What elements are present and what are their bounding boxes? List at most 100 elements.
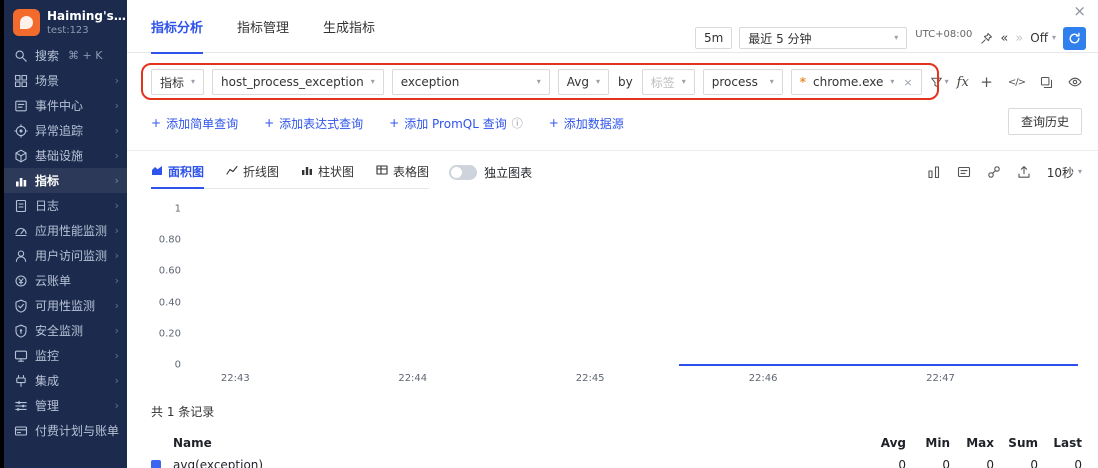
sidebar-item-apm[interactable]: 应用性能监测 ›	[4, 218, 127, 243]
legend-header-max: Max	[950, 436, 994, 450]
sidebar-item-integration[interactable]: 集成 ›	[4, 368, 127, 393]
legend-panel-icon[interactable]	[957, 165, 971, 179]
sidebar-item-infrastructure[interactable]: 基础设施 ›	[4, 143, 127, 168]
datasource-type-select[interactable]: 指标 ▾	[151, 69, 204, 95]
sidebar-item-management[interactable]: 管理 ›	[4, 393, 127, 418]
sidebar-item-metrics[interactable]: 指标 ›	[4, 168, 127, 193]
sidebar-item-security[interactable]: 安全监测 ›	[4, 318, 127, 343]
caret-down-icon: ▾	[890, 78, 894, 86]
x-axis-tick: 22:45	[576, 373, 605, 384]
query-links-row: + 添加简单查询 + 添加表达式查询 + 添加 PromQL 查询 ⓘ + 添加…	[151, 111, 1082, 135]
add-query-icon[interactable]: +	[980, 75, 993, 90]
tab-area-chart[interactable]: 面积图	[151, 163, 204, 180]
legend-series-name: avg(exception)	[173, 458, 862, 468]
apm-icon	[14, 224, 28, 238]
time-quick-select[interactable]: 5m	[695, 27, 732, 49]
tab-metric-management[interactable]: 指标管理	[237, 0, 289, 53]
tab-bar-chart[interactable]: 柱状图	[301, 163, 354, 180]
sidebar-item-search[interactable]: 搜索 ⌘ + K	[4, 43, 127, 68]
sidebar-item-billing-plan[interactable]: 付费计划与账单	[4, 418, 127, 443]
chevron-right-icon: ›	[115, 75, 119, 86]
integration-icon	[14, 374, 28, 388]
event-center-icon	[14, 99, 28, 113]
group-field-select[interactable]: process ▾	[703, 69, 783, 95]
metrics-icon	[14, 174, 28, 188]
filter-funnel-icon[interactable]: ▾	[930, 76, 949, 89]
workspace-subtitle: test:123	[47, 25, 119, 36]
sidebar-item-logs[interactable]: 日志 ›	[4, 193, 127, 218]
chevron-right-icon: ›	[115, 125, 119, 136]
time-range-select[interactable]: 最近 5 分钟 ▾	[739, 27, 907, 49]
refresh-button[interactable]	[1063, 27, 1086, 50]
export-icon[interactable]	[1017, 165, 1031, 179]
sidebar: Haiming's work... test:123 搜索 ⌘ + K 场景 ›…	[0, 0, 127, 468]
monitoring-icon	[14, 349, 28, 363]
add-datasource-link[interactable]: + 添加数据源	[549, 115, 624, 132]
chart-plot[interactable]: 1 0.80 0.60 0.40 0.20 0 22:43 22:44 22:4…	[151, 203, 1082, 389]
plus-icon: +	[389, 116, 399, 130]
tab-generate-metrics[interactable]: 生成指标	[323, 0, 375, 53]
availability-icon	[14, 299, 28, 313]
eye-icon[interactable]	[1068, 75, 1082, 89]
caret-down-icon: ▾	[596, 78, 600, 86]
workspace-logo	[13, 9, 40, 36]
remove-filter-icon[interactable]: ×	[903, 76, 912, 89]
billing-plan-icon	[14, 424, 28, 438]
close-icon[interactable]: ×	[1073, 2, 1086, 20]
tab-line-chart[interactable]: 折线图	[226, 163, 279, 180]
sidebar-item-error-tracking[interactable]: 异常追踪 ›	[4, 118, 127, 143]
step-forward-icon[interactable]: »	[1015, 32, 1023, 45]
plus-icon: +	[264, 116, 274, 130]
pin-icon[interactable]	[980, 32, 993, 45]
filter-operator: *	[800, 75, 806, 89]
sidebar-item-rum[interactable]: 用户访问监测 ›	[4, 243, 127, 268]
record-count: 共 1 条记录	[151, 403, 1098, 420]
query-history-button[interactable]: 查询历史	[1008, 108, 1082, 135]
sidebar-item-monitoring[interactable]: 监控 ›	[4, 343, 127, 368]
caret-down-icon: ▾	[770, 78, 774, 86]
refresh-interval-select[interactable]: 10秒 ▾	[1047, 164, 1082, 181]
step-backward-icon[interactable]: «	[1000, 32, 1008, 45]
chevron-right-icon: ›	[115, 325, 119, 336]
infrastructure-icon	[14, 149, 28, 163]
chart-toolbar-actions: 10秒 ▾	[927, 164, 1082, 189]
add-expression-query-link[interactable]: + 添加表达式查询	[264, 115, 363, 132]
sidebar-item-cloud-billing[interactable]: 云账单 ›	[4, 268, 127, 293]
add-simple-query-link[interactable]: + 添加简单查询	[151, 115, 238, 132]
legend-value-avg: 0	[862, 458, 906, 468]
caret-down-icon: ▾	[894, 34, 898, 42]
legend-row[interactable]: avg(exception) 0 0 0 0 0	[151, 454, 1082, 468]
chevron-right-icon: ›	[115, 350, 119, 361]
chevron-right-icon: ›	[115, 250, 119, 261]
legend-header-sum: Sum	[994, 436, 1038, 450]
y-axis-tick: 0	[151, 360, 181, 371]
group-by-select[interactable]: 标签 ▾	[642, 69, 695, 95]
sidebar-item-event-center[interactable]: 事件中心 ›	[4, 93, 127, 118]
series-line-avg-exception	[679, 364, 1078, 366]
metric-select[interactable]: host_process_exception ▾	[212, 69, 384, 95]
auto-refresh-select[interactable]: Off ▾	[1030, 31, 1056, 45]
function-fx-button[interactable]: fx	[957, 75, 969, 90]
add-promql-query-link[interactable]: + 添加 PromQL 查询 ⓘ	[389, 115, 523, 132]
independent-chart-toggle[interactable]	[449, 165, 477, 180]
sidebar-item-scene[interactable]: 场景 ›	[4, 68, 127, 93]
aggregation-select[interactable]: Avg ▾	[558, 69, 609, 95]
caret-down-icon: ▾	[945, 78, 949, 86]
workspace-switcher[interactable]: Haiming's work... test:123	[4, 6, 127, 43]
code-view-icon[interactable]: </>	[1008, 77, 1025, 88]
legend-header-last: Last	[1038, 436, 1082, 450]
cloud-billing-icon	[14, 274, 28, 288]
caret-down-icon: ▾	[1052, 34, 1056, 42]
tab-table-chart[interactable]: 表格图	[376, 163, 429, 180]
field-select[interactable]: exception ▾	[392, 69, 550, 95]
filter-value-select[interactable]: * chrome.exe ▾ ×	[791, 69, 922, 95]
tab-metric-analysis[interactable]: 指标分析	[151, 0, 203, 53]
info-icon: ⓘ	[512, 115, 523, 131]
link-chart-icon[interactable]	[987, 165, 1001, 179]
sidebar-item-availability[interactable]: 可用性监测 ›	[4, 293, 127, 318]
query-actions: + </>	[980, 75, 1082, 90]
legend-value-min: 0	[906, 458, 950, 468]
copy-icon[interactable]	[1040, 76, 1053, 89]
compare-icon[interactable]	[927, 165, 941, 179]
main-panel: × 指标分析 指标管理 生成指标 5m 最近 5 分钟 ▾ UTC+08:00 …	[127, 0, 1098, 468]
